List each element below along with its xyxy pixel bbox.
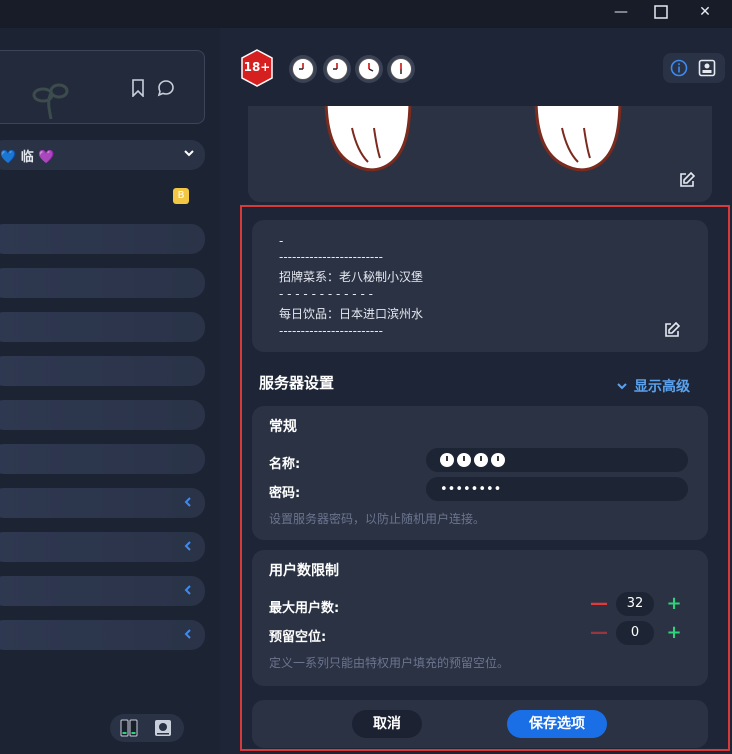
description-line: - - - - - - - - - - - - <box>279 287 373 301</box>
description-line: - <box>279 234 284 248</box>
clock-emoji-icon <box>491 453 505 467</box>
profile-card-button[interactable] <box>696 57 718 79</box>
maximize-button[interactable] <box>644 0 678 24</box>
left-panel: 💙 临 💜 B <box>0 28 220 754</box>
max-users-decrement-button[interactable]: — <box>590 594 608 614</box>
show-advanced-label: 显示高级 <box>634 379 690 395</box>
chevron-left-icon <box>184 629 191 639</box>
password-value: •••••••• <box>440 481 502 497</box>
server-banner <box>248 106 712 202</box>
left-bottom-toolbar <box>110 714 184 742</box>
banner-artwork <box>534 106 622 172</box>
reserved-slots-label: 预留空位: <box>269 630 327 645</box>
left-list-item[interactable] <box>0 356 205 386</box>
chevron-left-icon <box>184 541 191 551</box>
left-list-item[interactable] <box>0 268 205 298</box>
left-list-item-expandable[interactable] <box>0 532 205 562</box>
server-logo-icon <box>32 83 69 120</box>
profile-card-icon <box>698 59 716 77</box>
age-rating-text: 18+ <box>243 60 271 74</box>
max-users-increment-button[interactable]: + <box>666 594 682 614</box>
left-list-item-expandable[interactable] <box>0 576 205 606</box>
server-name-input[interactable] <box>426 448 688 472</box>
server-password-input[interactable]: •••••••• <box>426 477 688 501</box>
save-options-button[interactable]: 保存选项 <box>507 710 607 738</box>
bookmark-icon[interactable] <box>131 79 145 97</box>
max-users-value[interactable]: 32 <box>616 592 654 616</box>
close-button[interactable]: ✕ <box>688 0 722 24</box>
left-server-card[interactable] <box>0 50 205 124</box>
name-label: 名称: <box>269 457 301 472</box>
password-label: 密码: <box>269 486 301 501</box>
edit-banner-icon[interactable] <box>678 171 696 189</box>
cancel-button[interactable]: 取消 <box>352 710 422 738</box>
minimize-button[interactable]: — <box>604 0 638 24</box>
window-titlebar: — ✕ <box>0 0 732 28</box>
left-list-item-expandable[interactable] <box>0 620 205 650</box>
left-list-item[interactable] <box>0 400 205 430</box>
server-header: 18+ <box>222 28 732 106</box>
dialog-footer: 取消 保存选项 <box>252 700 708 748</box>
edit-description-icon[interactable] <box>663 321 681 339</box>
maximize-icon <box>654 5 668 19</box>
clock-emoji-icon <box>289 55 317 83</box>
left-dropdown[interactable]: 💙 临 💜 <box>0 140 205 170</box>
info-icon <box>670 59 688 77</box>
clock-emoji-icon <box>474 453 488 467</box>
clock-emoji-icon <box>323 55 351 83</box>
clock-monitor-icon[interactable] <box>154 719 172 737</box>
age-rating-badge: 18+ <box>240 49 274 87</box>
reserved-slots-value[interactable]: 0 <box>616 621 654 645</box>
clock-emoji-icon <box>387 55 415 83</box>
max-users-label: 最大用户数: <box>269 601 340 616</box>
server-description-card: - ------------------------ 招牌菜系：老八秘制小汉堡 … <box>252 220 708 352</box>
server-status-icon[interactable] <box>120 719 138 737</box>
server-settings-panel: 18+ - ------------------------ 招牌菜系：老八秘制… <box>222 28 732 754</box>
reserved-slots-decrement-button[interactable]: — <box>590 623 608 643</box>
chevron-left-icon <box>184 585 191 595</box>
info-button[interactable] <box>668 57 690 79</box>
reserved-slots-hint: 定义一系列只能由特权用户填充的预留空位。 <box>269 656 510 670</box>
description-line: 招牌菜系：老八秘制小汉堡 <box>279 270 424 284</box>
show-advanced-toggle[interactable]: 显示高级 <box>616 376 690 396</box>
left-dropdown-value: 💙 临 💜 <box>0 149 55 165</box>
left-list-item[interactable] <box>0 444 205 474</box>
user-limit-card: 用户数限制 最大用户数: — 32 + 预留空位: — 0 + 定义一系列只能由… <box>252 550 708 686</box>
password-hint: 设置服务器密码，以防止随机用户连接。 <box>269 512 486 526</box>
left-status-badge: B <box>173 188 189 204</box>
general-card-title: 常规 <box>269 419 297 435</box>
description-line: ------------------------ <box>279 250 383 264</box>
left-list-item[interactable] <box>0 224 205 254</box>
reserved-slots-increment-button[interactable]: + <box>666 623 682 643</box>
header-toolbar <box>663 53 725 83</box>
chevron-left-icon <box>184 497 191 507</box>
banner-artwork <box>324 106 412 172</box>
chevron-down-icon <box>617 383 627 390</box>
general-settings-card: 常规 名称: 密码: •••••••• 设置服务器密码，以防止随机用户连接。 <box>252 406 708 540</box>
chat-icon[interactable] <box>157 79 175 97</box>
clock-emoji-icon <box>355 55 383 83</box>
clock-emoji-icon <box>440 453 454 467</box>
left-list-item-expandable[interactable] <box>0 488 205 518</box>
clock-emoji-icon <box>457 453 471 467</box>
server-settings-title: 服务器设置 <box>259 374 335 392</box>
description-line: ------------------------ <box>279 324 383 338</box>
description-line: 每日饮品：日本进口滨州水 <box>279 307 424 321</box>
user-limit-title: 用户数限制 <box>269 563 339 579</box>
left-list-item[interactable] <box>0 312 205 342</box>
chevron-down-icon <box>184 150 194 157</box>
